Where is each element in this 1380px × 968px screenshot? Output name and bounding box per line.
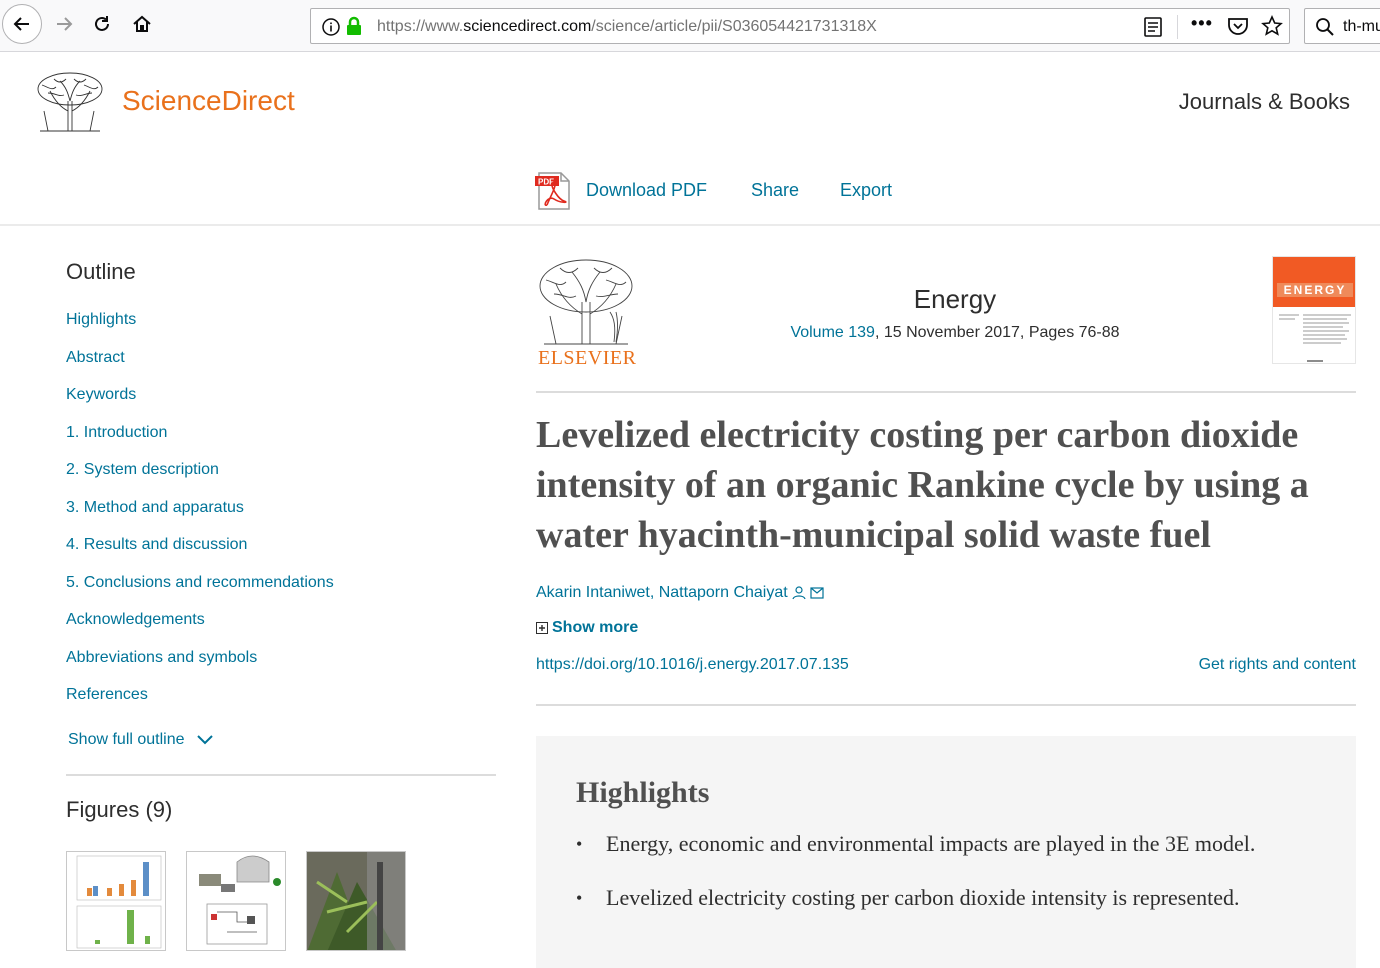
elsevier-tree-logo[interactable] (34, 71, 106, 133)
volume-link[interactable]: Volume 139 (790, 324, 875, 341)
url-domain: sciencedirect.com (463, 18, 592, 35)
search-input[interactable]: th-mu (1343, 18, 1380, 36)
url-separator (1177, 15, 1178, 39)
show-more-label: Show more (552, 619, 639, 636)
outline-item-abbreviations[interactable]: Abbreviations and symbols (66, 649, 334, 687)
highlights-list: Energy, economic and environmental impac… (576, 828, 1316, 936)
outline-list: Highlights Abstract Keywords 1. Introduc… (66, 311, 334, 724)
highlight-item: Levelized electricity costing per carbon… (576, 882, 1316, 914)
figure-thumbnail[interactable] (186, 851, 286, 951)
browser-toolbar: https://www.sciencedirect.com/science/ar… (0, 0, 1380, 52)
outline-item-conclusions[interactable]: 5. Conclusions and recommendations (66, 574, 334, 612)
outline-title: Outline (66, 259, 136, 284)
brand-name[interactable]: ScienceDirect (122, 85, 295, 117)
outline-item-acknowledgements[interactable]: Acknowledgements (66, 611, 334, 649)
article-title: Levelized electricity costing per carbon… (536, 414, 1309, 556)
home-button[interactable] (124, 6, 160, 42)
pocket-icon[interactable] (1227, 16, 1249, 36)
show-full-outline-button[interactable]: Show full outline (68, 731, 213, 749)
url-bar[interactable]: https://www.sciencedirect.com/science/ar… (310, 8, 1290, 44)
outline-item-system-description[interactable]: 2. System description (66, 461, 334, 499)
share-button[interactable]: Share (751, 180, 799, 201)
url-prefix: https://www. (377, 18, 464, 35)
cover-title: ENERGY (1284, 283, 1347, 297)
person-icon[interactable] (792, 586, 806, 600)
issue-date-pages: , 15 November 2017, Pages 76-88 (874, 324, 1120, 341)
bookmark-star-icon[interactable] (1261, 15, 1283, 37)
outline-item-highlights[interactable]: Highlights (66, 311, 334, 349)
pdf-icon[interactable]: PDF (535, 171, 573, 211)
arrow-left-icon (13, 17, 29, 31)
forward-button[interactable] (46, 6, 82, 42)
highlights-title: Highlights (576, 776, 710, 809)
reload-icon (95, 16, 109, 31)
authors: Akarin Intaniwet, Nattaporn Chaiyat (536, 584, 824, 602)
arrow-right-icon (57, 17, 73, 31)
rights-link[interactable]: Get rights and content (1199, 656, 1356, 674)
home-icon (133, 15, 151, 32)
outline-item-abstract[interactable]: Abstract (66, 349, 334, 387)
header-divider (536, 391, 1356, 393)
author-links[interactable]: Akarin Intaniwet, Nattaporn Chaiyat (536, 584, 788, 602)
outline-divider (66, 774, 496, 776)
reload-button[interactable] (84, 6, 120, 42)
outline-item-introduction[interactable]: 1. Introduction (66, 424, 334, 462)
diagram-thumbnail-icon (199, 855, 281, 945)
site-header: ScienceDirect Journals & Books (0, 53, 1380, 163)
search-icon (1316, 18, 1334, 36)
figure-thumbnail[interactable] (66, 851, 166, 951)
journal-cover[interactable]: ENERGY (1272, 256, 1356, 364)
journals-books-link[interactable]: Journals & Books (1179, 89, 1350, 115)
plus-box-icon (536, 622, 548, 634)
cover-image: ENERGY (1273, 257, 1355, 362)
page-actions-button[interactable]: ••• (1191, 13, 1213, 34)
meta-divider (536, 704, 1356, 706)
search-bar[interactable]: th-mu (1304, 8, 1380, 44)
outline-item-results[interactable]: 4. Results and discussion (66, 536, 334, 574)
figure-thumbnail[interactable] (306, 851, 406, 951)
url-text[interactable]: https://www.sciencedirect.com/science/ar… (377, 18, 877, 36)
outline-item-keywords[interactable]: Keywords (66, 386, 334, 424)
figures-title: Figures (9) (66, 797, 173, 822)
download-pdf-button[interactable]: Download PDF (586, 180, 707, 201)
url-path: /science/article/pii/S036054421731318X (591, 18, 877, 35)
journal-issue-info: Volume 139, 15 November 2017, Pages 76-8… (740, 324, 1170, 342)
reader-view-icon[interactable] (1143, 16, 1163, 38)
chevron-down-icon (196, 735, 213, 745)
photo-thumbnail-icon (307, 852, 405, 950)
lock-icon (347, 16, 361, 35)
journal-title[interactable]: Energy (740, 284, 1170, 315)
elsevier-tree-logo[interactable] (536, 256, 636, 346)
highlight-item: Energy, economic and environmental impac… (576, 828, 1316, 860)
info-icon[interactable] (321, 17, 341, 37)
back-button[interactable] (2, 4, 42, 44)
publisher-name: ELSEVIER (538, 347, 637, 369)
article-toolbar: PDF Download PDF Share Export (0, 163, 1380, 226)
show-more-button[interactable]: Show more (536, 619, 638, 637)
outline-item-method[interactable]: 3. Method and apparatus (66, 499, 334, 537)
doi-link[interactable]: https://doi.org/10.1016/j.energy.2017.07… (536, 656, 849, 674)
outline-item-references[interactable]: References (66, 686, 334, 724)
envelope-icon[interactable] (810, 587, 824, 599)
bar-chart-thumbnail-icon (76, 855, 162, 949)
export-button[interactable]: Export (840, 180, 892, 201)
highlights-section: Highlights Energy, economic and environm… (536, 736, 1356, 968)
show-full-outline-label: Show full outline (68, 731, 185, 748)
